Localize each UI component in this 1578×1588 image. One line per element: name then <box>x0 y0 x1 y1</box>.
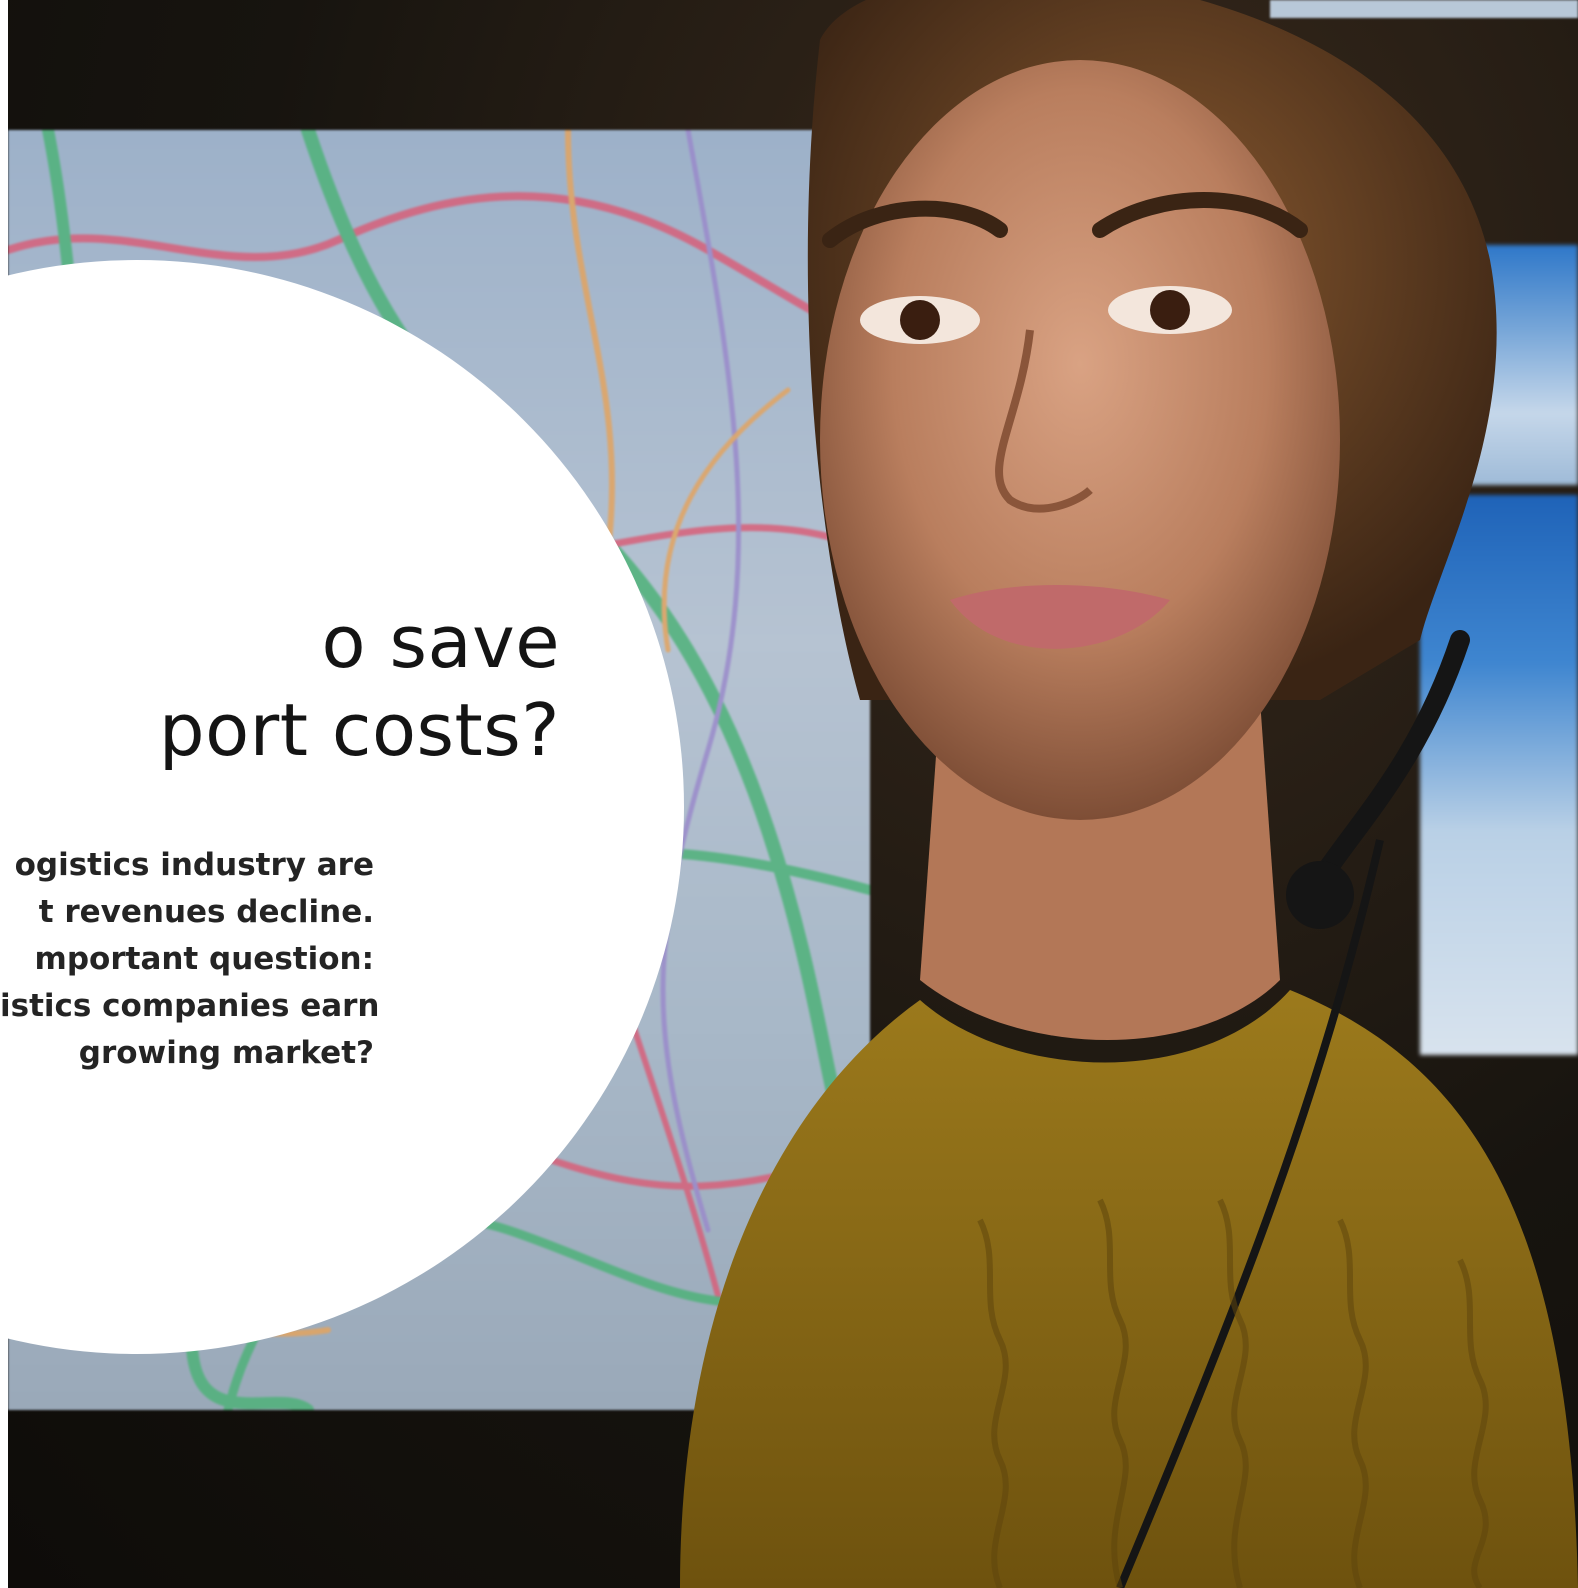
hero-body-text: ogistics industry are t revenues decline… <box>0 842 380 1077</box>
body-line-5: growing market? <box>78 1035 374 1071</box>
body-line-2: t revenues decline. <box>38 894 374 930</box>
headline-line-1: o save <box>321 600 560 684</box>
body-line-3: mportant question: <box>34 941 374 977</box>
body-line-4: istics companies earn <box>0 988 380 1024</box>
body-line-1: ogistics industry are <box>14 847 374 883</box>
hero-headline: o save port costs? <box>0 598 560 774</box>
woman-with-headset-icon <box>680 0 1578 1588</box>
hero-section: o save port costs? ogistics industry are… <box>0 0 1578 1588</box>
headline-line-2: port costs? <box>158 688 560 772</box>
